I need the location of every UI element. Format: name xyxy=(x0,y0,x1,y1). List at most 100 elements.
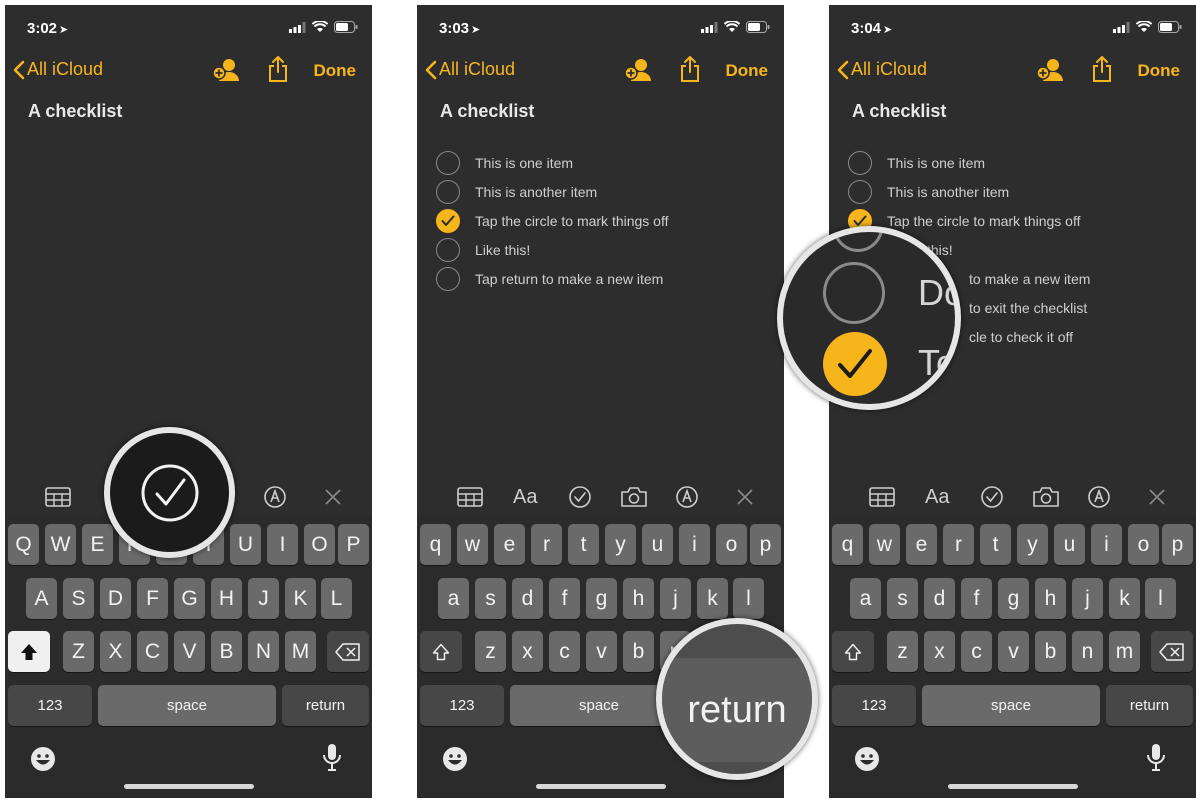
check-circle-checked[interactable] xyxy=(436,208,460,233)
back-button[interactable]: All iCloud xyxy=(837,59,927,80)
key[interactable]: x xyxy=(512,631,543,672)
checklist-item-text[interactable]: to exit the checklist xyxy=(969,300,1087,316)
return-key[interactable]: return xyxy=(282,685,369,726)
check-circle[interactable] xyxy=(436,237,460,262)
markup-icon[interactable] xyxy=(263,483,287,511)
table-icon[interactable] xyxy=(457,483,483,511)
key[interactable]: X xyxy=(100,631,131,672)
key[interactable]: N xyxy=(248,631,279,672)
key[interactable]: p xyxy=(1162,524,1193,565)
key[interactable]: c xyxy=(549,631,580,672)
shift-key[interactable] xyxy=(832,631,874,672)
table-icon[interactable] xyxy=(45,483,71,511)
checklist-icon[interactable] xyxy=(139,462,201,524)
text-format-icon[interactable]: Aa xyxy=(513,483,537,511)
key[interactable]: k xyxy=(1109,578,1140,619)
key[interactable]: V xyxy=(174,631,205,672)
key[interactable]: C xyxy=(137,631,168,672)
key[interactable]: z xyxy=(887,631,918,672)
key[interactable]: w xyxy=(869,524,900,565)
share-icon[interactable] xyxy=(679,55,701,88)
key[interactable]: l xyxy=(1145,578,1176,619)
key[interactable]: g xyxy=(998,578,1029,619)
key[interactable]: i xyxy=(1091,524,1122,565)
microphone-icon[interactable] xyxy=(1146,743,1166,778)
markup-icon[interactable] xyxy=(1087,483,1111,511)
key[interactable]: w xyxy=(457,524,488,565)
add-person-icon[interactable] xyxy=(623,57,653,88)
key[interactable]: r xyxy=(943,524,974,565)
checklist-icon[interactable] xyxy=(568,483,592,511)
emoji-icon[interactable] xyxy=(853,745,881,778)
close-icon[interactable] xyxy=(323,483,343,511)
space-key[interactable]: space xyxy=(922,685,1100,726)
key[interactable]: D xyxy=(100,578,131,619)
shift-key[interactable] xyxy=(420,631,462,672)
check-circle-checked[interactable] xyxy=(823,332,887,396)
done-button[interactable]: Done xyxy=(1138,61,1181,81)
add-person-icon[interactable] xyxy=(1035,57,1065,88)
key[interactable]: e xyxy=(494,524,525,565)
key[interactable]: c xyxy=(961,631,992,672)
note-title[interactable]: A checklist xyxy=(440,101,534,122)
key[interactable]: t xyxy=(980,524,1011,565)
checklist-item-text[interactable]: cle to check it off xyxy=(969,329,1073,345)
key[interactable]: E xyxy=(82,524,113,565)
key[interactable]: u xyxy=(642,524,673,565)
note-title[interactable]: A checklist xyxy=(28,101,122,122)
check-circle[interactable] xyxy=(436,266,460,291)
back-button[interactable]: All iCloud xyxy=(425,59,515,80)
done-button[interactable]: Done xyxy=(726,61,769,81)
key[interactable]: l xyxy=(733,578,764,619)
numbers-key[interactable]: 123 xyxy=(832,685,916,726)
delete-key[interactable] xyxy=(327,631,369,672)
key[interactable]: p xyxy=(750,524,781,565)
key[interactable]: j xyxy=(660,578,691,619)
key[interactable]: K xyxy=(285,578,316,619)
key[interactable]: q xyxy=(832,524,863,565)
key[interactable]: f xyxy=(549,578,580,619)
key[interactable]: b xyxy=(623,631,654,672)
checklist-item-text[interactable]: This is one item xyxy=(475,155,573,171)
shift-key[interactable] xyxy=(8,631,50,672)
key[interactable]: q xyxy=(420,524,451,565)
emoji-icon[interactable] xyxy=(29,745,57,778)
key[interactable]: L xyxy=(321,578,352,619)
table-icon[interactable] xyxy=(869,483,895,511)
key[interactable]: x xyxy=(924,631,955,672)
key[interactable]: s xyxy=(887,578,918,619)
key[interactable]: O xyxy=(304,524,335,565)
key[interactable]: g xyxy=(586,578,617,619)
key[interactable]: o xyxy=(1128,524,1159,565)
key[interactable]: M xyxy=(285,631,316,672)
note-title[interactable]: A checklist xyxy=(852,101,946,122)
key[interactable]: u xyxy=(1054,524,1085,565)
check-circle[interactable] xyxy=(436,179,460,204)
markup-icon[interactable] xyxy=(675,483,699,511)
checklist-item-text[interactable]: Tap return to make a new item xyxy=(475,271,663,287)
key[interactable]: z xyxy=(475,631,506,672)
key[interactable]: t xyxy=(568,524,599,565)
space-key[interactable]: space xyxy=(98,685,276,726)
checklist-item-text[interactable]: Tap the circle to mark things off xyxy=(887,213,1081,229)
key[interactable]: h xyxy=(1035,578,1066,619)
checklist-item-text[interactable]: to make a new item xyxy=(969,271,1090,287)
back-button[interactable]: All iCloud xyxy=(13,59,103,80)
numbers-key[interactable]: 123 xyxy=(8,685,92,726)
key[interactable]: v xyxy=(998,631,1029,672)
close-icon[interactable] xyxy=(1147,483,1167,511)
key[interactable]: d xyxy=(924,578,955,619)
numbers-key[interactable]: 123 xyxy=(420,685,504,726)
key[interactable]: v xyxy=(586,631,617,672)
key[interactable]: S xyxy=(63,578,94,619)
checklist-item-text[interactable]: This is another item xyxy=(887,184,1009,200)
check-circle[interactable] xyxy=(436,150,460,175)
key[interactable]: r xyxy=(531,524,562,565)
key[interactable]: P xyxy=(338,524,369,565)
key[interactable]: Z xyxy=(63,631,94,672)
add-person-icon[interactable] xyxy=(211,57,241,88)
microphone-icon[interactable] xyxy=(322,743,342,778)
key[interactable]: A xyxy=(26,578,57,619)
text-format-icon[interactable]: Aa xyxy=(925,483,949,511)
delete-key[interactable] xyxy=(1151,631,1193,672)
